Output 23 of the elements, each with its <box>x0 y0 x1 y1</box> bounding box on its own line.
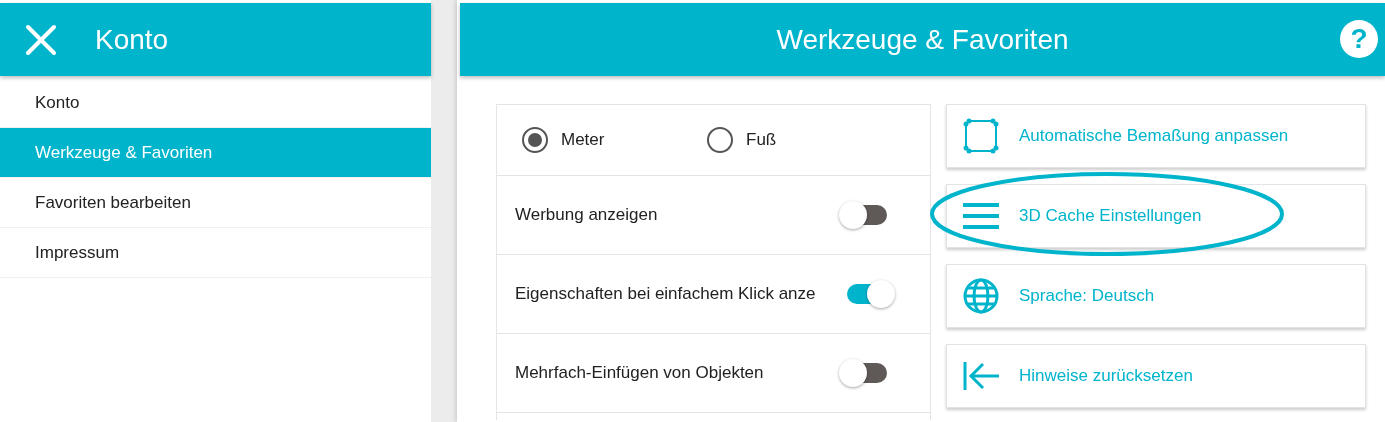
page-title: Werkzeuge & Favoriten <box>776 23 1069 56</box>
radio-label: Fuß <box>746 130 777 150</box>
radio-label: Meter <box>561 130 605 150</box>
action-button[interactable]: Hinweise zurücksetzen <box>946 344 1366 408</box>
action-button[interactable]: 3D Cache Einstellungen <box>946 184 1366 248</box>
menu-icon <box>963 203 999 229</box>
setting-label: Eigenschaften bei einfachem Klick anze <box>515 284 816 304</box>
globe-icon <box>963 278 999 314</box>
close-icon <box>25 23 57 56</box>
sidebar-item[interactable]: Impressum <box>0 228 431 278</box>
action-button[interactable]: Automatische Bemaßung anpassen <box>946 104 1366 168</box>
unit-radio[interactable]: Fuß <box>707 126 783 154</box>
sidebar-title: Konto <box>95 23 169 56</box>
radio-circle[interactable] <box>707 127 733 153</box>
action-button[interactable]: Sprache: Deutsch <box>946 264 1366 328</box>
unit-radio[interactable]: Meter <box>497 126 707 154</box>
sidebar-item[interactable]: Favoriten bearbeiten <box>0 178 431 228</box>
sidebar-item[interactable]: Werkzeuge & Favoriten <box>0 128 431 178</box>
dimensions-icon <box>963 118 999 154</box>
radio-circle[interactable] <box>522 127 548 153</box>
help-button[interactable]: ? <box>1340 20 1378 58</box>
setting-label: Mehrfach-Einfügen von Objekten <box>515 363 764 383</box>
setting-label: Werbung anzeigen <box>515 205 658 225</box>
